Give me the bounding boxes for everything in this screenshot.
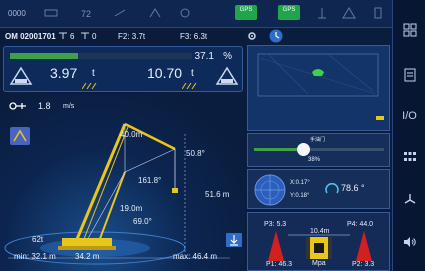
f2-value: F2: 3.7t [118, 32, 146, 41]
tower-icon [318, 8, 326, 19]
jib-angle-label: 50.8° [186, 149, 205, 158]
hand-throttle-label: 手油门 [310, 137, 326, 143]
document-icon [404, 68, 415, 82]
device-code: 0000 [8, 9, 26, 18]
min-radius-label: min: 32.1 m [14, 252, 56, 261]
hook-counter-icon [59, 32, 67, 39]
rated-load-stripes [182, 83, 197, 89]
sidebar-item-keypad[interactable] [393, 137, 425, 177]
track-width: 10.4m [310, 228, 330, 235]
boom-angle-label: 69.0° [133, 217, 152, 226]
gps-indicator-2: GPS [278, 5, 300, 20]
crane-status-icon [149, 8, 161, 18]
load-percent: 37.1 [194, 51, 214, 62]
sidebar-item-io[interactable]: I/O [393, 96, 425, 136]
hand-throttle-panel: 手油门 38% [247, 133, 390, 167]
throttle-track [254, 148, 384, 151]
operating-mode-id: OM 02001701 [5, 32, 56, 41]
work-mode-icon[interactable] [10, 127, 30, 145]
max-radius-label: max: 46.4 m [173, 252, 218, 261]
pressure-p1: P1: 46.3 [266, 261, 293, 268]
throttle-fill [254, 148, 304, 151]
actual-load-icon [9, 66, 33, 85]
slew-angle-icon [325, 183, 339, 194]
luff-length-label: 19.0m [120, 204, 143, 213]
connection-icon [44, 9, 58, 17]
sidebar-item-menu[interactable] [393, 10, 425, 50]
site-map [248, 46, 389, 130]
io-label: I/O [402, 110, 417, 122]
wind-speed-icon [9, 102, 26, 110]
load-moment-bar [10, 53, 192, 59]
rated-load-value: 10.70 [147, 65, 183, 81]
sidebar-item-document[interactable] [393, 55, 425, 95]
download-icon[interactable] [226, 233, 242, 247]
counter-icon: 72 [81, 9, 91, 19]
counterweight-label: 62t [32, 235, 44, 244]
link-icon [114, 9, 126, 17]
hook-counter: 6 [70, 32, 75, 41]
height-label: 51.6 m [205, 190, 230, 199]
keypad-icon [403, 152, 416, 161]
top-status-bar: 0000 72 GPS GPS [0, 0, 392, 28]
radius-label: 34.2 m [75, 252, 100, 261]
slew-angle: 78.6 ° [341, 183, 365, 193]
throttle-slider-knob[interactable] [297, 143, 311, 156]
jib-boom-angle-label: 161.8° [138, 176, 162, 185]
crane-visualization: 1.8 m/s 40.0m 50.8° 161.8° 51.6 m 19.0m … [0, 94, 245, 271]
compass-icon[interactable] [269, 29, 283, 43]
wind-speed-unit: m/s [63, 103, 75, 110]
fan-icon [404, 194, 415, 204]
rope-counter-icon [81, 32, 89, 39]
battery-icon [374, 7, 382, 19]
right-sidebar: I/O [392, 0, 425, 271]
grid-menu-icon [403, 23, 416, 37]
site-map-panel [247, 45, 390, 131]
actual-load-value: 3.97 [50, 65, 78, 81]
boom-length-label: 40.0m [120, 130, 143, 139]
gps-label-2: GPS [282, 7, 296, 13]
actual-load-stripes [82, 83, 97, 89]
crane-diagram [4, 122, 230, 265]
actual-load-unit: t [92, 68, 95, 79]
sidebar-item-fan[interactable] [393, 180, 425, 220]
gps-label-1: GPS [239, 7, 253, 13]
load-moment-panel: 37.1 % 3.97 t 10.70 t [3, 46, 243, 92]
rated-load-unit: t [191, 68, 194, 79]
tilt-y: Y:0.18° [290, 193, 310, 199]
wind-speed-value: 1.8 [38, 101, 51, 111]
settings-gear-icon[interactable] [247, 31, 257, 41]
pressure-p2: P2: 3.3 [352, 261, 375, 268]
gps-indicator-1: GPS [235, 5, 257, 20]
load-percent-unit: % [223, 51, 232, 62]
sensor-icon [180, 8, 190, 18]
speaker-icon [403, 237, 416, 247]
tilt-x: X:0.17° [290, 180, 310, 186]
f3-value: F3: 6.3t [180, 32, 208, 41]
sidebar-item-sound[interactable] [393, 222, 425, 262]
load-moment-fill [10, 53, 78, 59]
outrigger-pressure-panel: P3: 5.3 P4: 44.0 10.4m Mpa P1: 46.3 P2: … [247, 212, 390, 271]
right-column-header [245, 28, 392, 44]
tilt-panel: X:0.17° Y:0.18° 78.6 ° [247, 169, 390, 209]
pressure-p3: P3: 5.3 [264, 221, 287, 228]
pressure-p4: P4: 44.0 [347, 221, 374, 228]
svg-text:72: 72 [81, 9, 91, 19]
pressure-unit: Mpa [312, 260, 326, 267]
throttle-value: 38% [308, 157, 321, 163]
rated-load-icon [215, 66, 239, 85]
level-bubble-icon [254, 174, 286, 206]
operating-mode-row: OM 02001701 6 0 F2: 3.7t F3: 6.3t [0, 28, 245, 44]
rope-counter: 0 [92, 32, 97, 41]
alarm-icon [342, 7, 356, 19]
right-info-column: 手油门 38% X:0.17° Y:0.18° 78.6 ° P3: 5.3 P… [245, 28, 392, 271]
